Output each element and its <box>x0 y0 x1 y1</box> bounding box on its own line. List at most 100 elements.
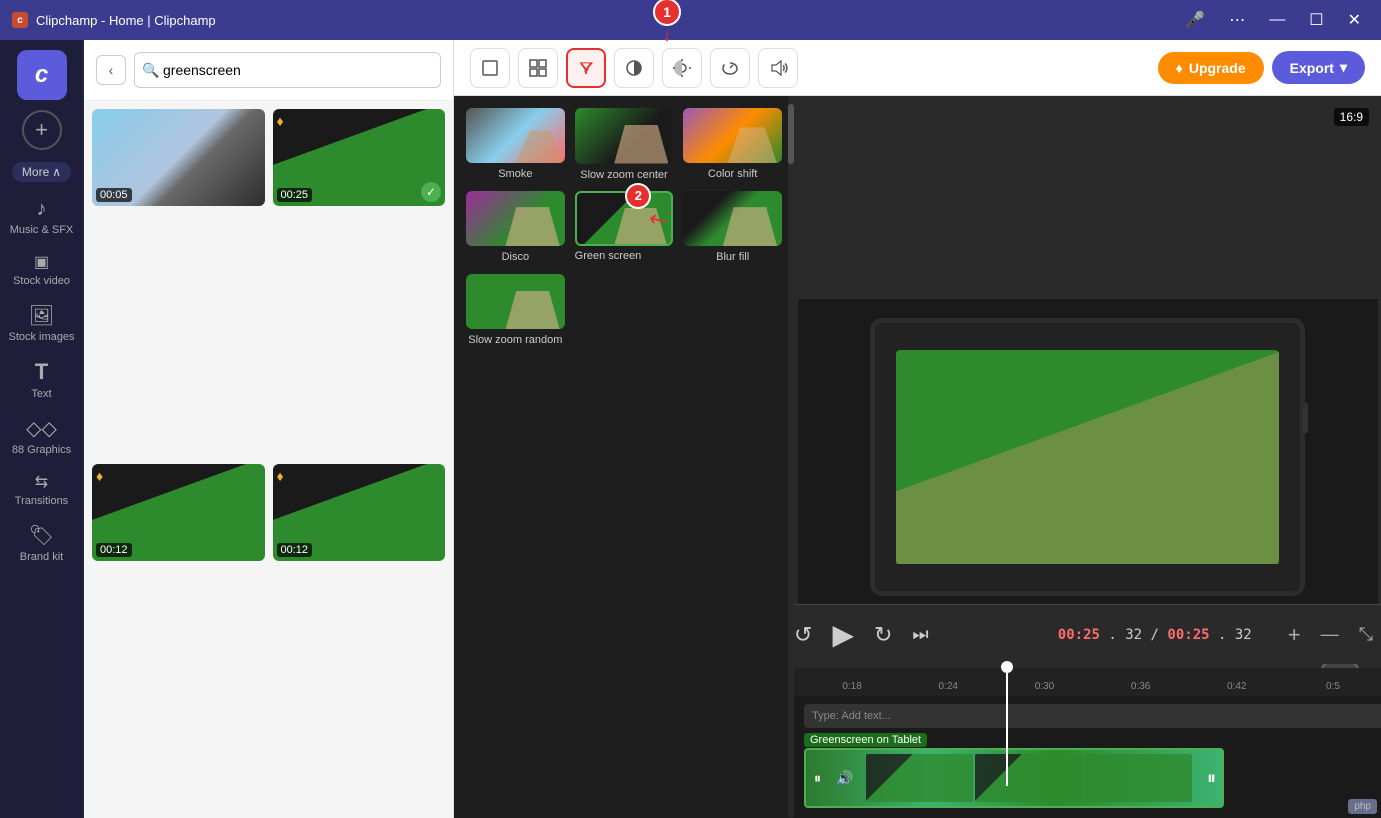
timeline-expand-button[interactable]: ⤡ <box>1359 624 1373 645</box>
filter-label-slow-zoom-center: Slow zoom center <box>580 169 667 181</box>
timeline-tracks: Type: Add text... Greenscreen on Tablet … <box>794 696 1381 818</box>
crown-icon: ♦ <box>277 113 284 129</box>
ruler-mark: 0:5 <box>1285 681 1381 692</box>
sidebar-item-brand-kit[interactable]: 🏷 Brand kit <box>0 515 83 571</box>
track-frames <box>866 754 1192 802</box>
preview-canvas <box>798 299 1378 615</box>
time-frames2: 32 <box>1235 627 1252 643</box>
text-track-label: Type: Add text... <box>812 710 891 722</box>
track-pause-icon: ⏸ <box>814 770 821 787</box>
filter-label-green-screen: Green screen <box>575 250 642 262</box>
media-item[interactable]: ♦ 00:25 ✓ <box>273 109 446 206</box>
maximize-button[interactable]: ☐ <box>1301 6 1331 34</box>
toolbar: ♦ Upgrade Export ▾ <box>454 40 1381 96</box>
timeline-playhead <box>1006 666 1008 786</box>
text-track: Type: Add text... <box>804 704 1381 728</box>
chevron-icon: ∧ <box>52 165 61 179</box>
filter-item-disco[interactable]: Disco <box>466 191 565 265</box>
timeline-ruler: 0:18 0:24 0:30 0:36 0:42 0:5 <box>794 668 1381 696</box>
transitions-icon: ⇆ <box>35 472 48 492</box>
playhead-dot <box>1001 661 1013 673</box>
stock-video-label: Stock video <box>13 275 70 287</box>
check-icon: ✓ <box>421 182 441 202</box>
stock-images-label: Stock images <box>8 331 74 343</box>
track-volume-icon: 🔊 <box>836 770 853 787</box>
timeline-controls: ↺ ▶ ↻ ⏭ 00:25 . 32 / 00:25 . 32 + <box>794 604 1381 664</box>
media-item[interactable]: ♦ 00:12 <box>273 464 446 561</box>
graphics-icon: ◇◇ <box>26 416 57 441</box>
brand-kit-icon: 🏷 <box>29 523 54 548</box>
media-item[interactable]: 00:05 <box>92 109 265 206</box>
watermark: php <box>1348 799 1377 814</box>
sidebar-logo: c <box>17 50 67 100</box>
crown-icon: ♦ <box>96 468 103 484</box>
filter-item-smoke[interactable]: Smoke <box>466 108 565 181</box>
fast-forward-button[interactable]: ↻ <box>874 622 892 648</box>
filter-item-color-shift[interactable]: Color shift <box>683 108 782 181</box>
export-button[interactable]: Export ▾ <box>1272 51 1365 84</box>
brightness-button[interactable] <box>662 48 702 88</box>
fit-button[interactable] <box>518 48 558 88</box>
rewind-button[interactable]: ↺ <box>794 622 812 648</box>
volume-button[interactable] <box>758 48 798 88</box>
timeline-add-button[interactable]: + <box>1288 622 1301 648</box>
filter-label-blur-fill: Blur fill <box>716 251 749 263</box>
sidebar-more[interactable]: More ∧ <box>12 162 71 182</box>
filter-item-slow-zoom-center[interactable]: Slow zoom center <box>575 108 674 181</box>
filter-thumb-slow-zoom <box>575 108 674 164</box>
more-button[interactable]: ⋯ <box>1221 6 1253 34</box>
video-preview: 16:9 <box>794 96 1381 818</box>
sidebar-item-stock-images[interactable]: 🖼 Stock images <box>0 295 83 351</box>
search-back-button[interactable]: ‹ <box>96 55 126 85</box>
sidebar-item-stock-video[interactable]: ▣ Stock video <box>0 244 83 295</box>
filter-button[interactable] <box>566 48 606 88</box>
media-item[interactable]: ♦ 00:12 <box>92 464 265 561</box>
ruler-mark: 0:18 <box>804 681 900 692</box>
speed-button[interactable] <box>710 48 750 88</box>
contrast-button[interactable] <box>614 48 654 88</box>
filter-item-slow-zoom-random[interactable]: Slow zoom random <box>466 274 565 346</box>
crop-button[interactable] <box>470 48 510 88</box>
title-bar-controls: 🎤 ⋯ — ☐ ✕ <box>1177 6 1369 34</box>
export-label: Export <box>1290 60 1334 76</box>
video-track[interactable]: ⏸ 🔊 ⏸ <box>804 748 1224 808</box>
ruler-marks: 0:18 0:24 0:30 0:36 0:42 0:5 <box>804 681 1381 692</box>
timeline-zoom-out-button[interactable]: — <box>1321 624 1339 645</box>
filter-label-slow-zoom-random: Slow zoom random <box>468 334 562 346</box>
skip-end-button[interactable]: ⏭ <box>912 624 928 645</box>
filter-grid: Smoke Slow zoom center Col <box>466 108 782 346</box>
minimize-button[interactable]: — <box>1261 7 1293 33</box>
text-label: Text <box>31 388 51 400</box>
close-button[interactable]: ✕ <box>1340 6 1369 34</box>
music-icon: ♪ <box>37 198 47 221</box>
media-duration: 00:25 <box>277 188 313 202</box>
sidebar-item-graphics[interactable]: ◇◇ 88 Graphics <box>0 408 83 464</box>
search-input[interactable] <box>134 52 441 88</box>
filter-label-disco: Disco <box>502 251 530 263</box>
upgrade-button[interactable]: ♦ Upgrade <box>1158 52 1264 84</box>
app-icon-letter: c <box>17 15 23 26</box>
filter-item-green-screen[interactable]: Green screen 2 ↖ <box>575 191 674 265</box>
media-grid: 00:05 ♦ 00:25 ✓ ♦ 00:12 ♦ 00:12 <box>84 101 453 818</box>
media-duration: 00:05 <box>96 188 132 202</box>
filter-thumb-blur-fill <box>683 191 782 246</box>
sidebar-item-transitions[interactable]: ⇆ Transitions <box>0 464 83 515</box>
hand-overlay <box>896 350 1279 564</box>
add-media-button[interactable]: + <box>22 110 62 150</box>
time-sep: / <box>1151 627 1168 643</box>
step1-arrow: ↓ <box>663 26 672 44</box>
sidebar-item-music-sfx[interactable]: ♪ Music & SFX <box>0 190 83 244</box>
mic-button[interactable]: 🎤 <box>1177 6 1213 34</box>
timeline-area: 0:18 0:24 0:30 0:36 0:42 0:5 Type: Add t… <box>794 668 1381 818</box>
video-track-container: Greenscreen on Tablet ⏸ 🔊 <box>804 734 1371 808</box>
play-button[interactable]: ▶ <box>832 618 854 651</box>
ruler-mark: 0:30 <box>996 681 1092 692</box>
filter-item-blur-fill[interactable]: Blur fill <box>683 191 782 265</box>
aspect-ratio-badge: 16:9 <box>1334 108 1369 126</box>
time-frames1: 32 <box>1125 627 1142 643</box>
media-duration: 00:12 <box>277 543 313 557</box>
right-area: ♦ Upgrade Export ▾ Smoke <box>454 40 1381 818</box>
transitions-label: Transitions <box>15 495 68 507</box>
media-panel: ‹ 🔍 00:05 ♦ 00:25 ✓ ♦ 00:12 <box>84 40 454 818</box>
sidebar-item-text[interactable]: T Text <box>0 351 83 408</box>
